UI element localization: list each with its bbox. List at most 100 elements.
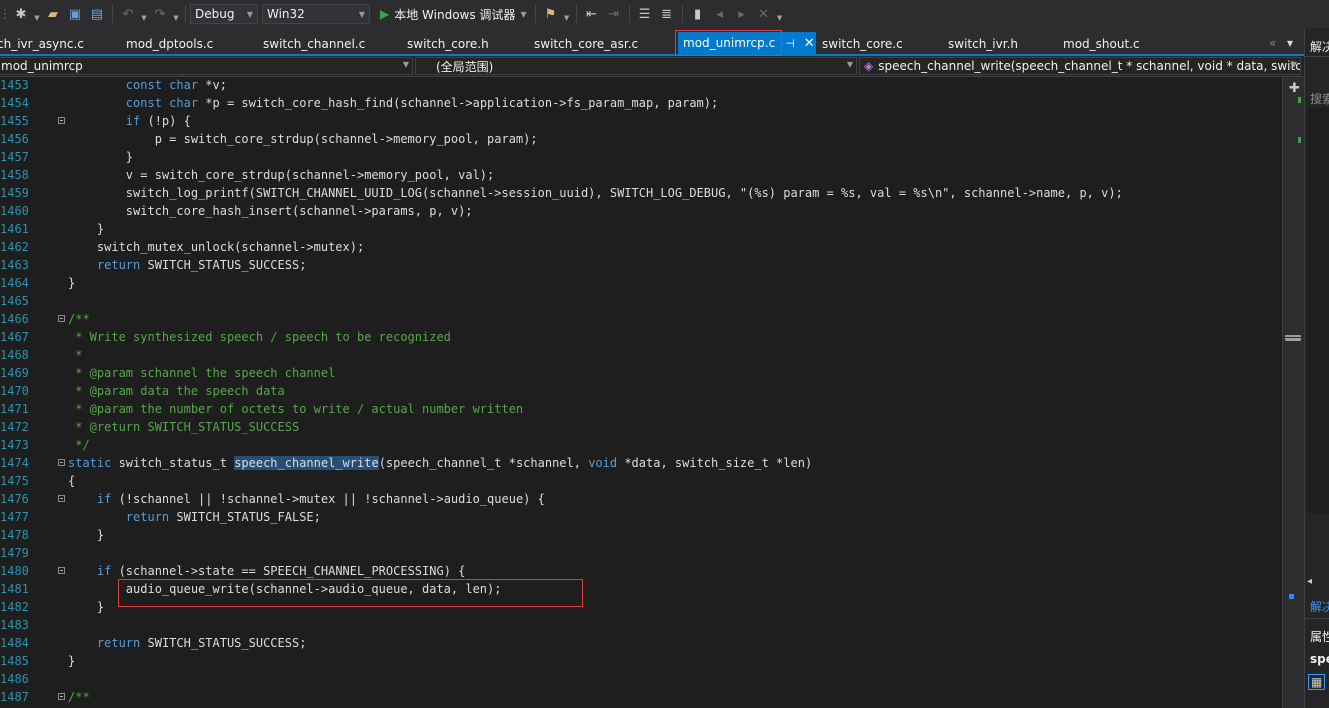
editor-vertical-scrollbar[interactable]: ✚ <box>1282 77 1304 708</box>
toolbar-overflow-icon[interactable]: ▼ <box>776 8 784 28</box>
code-line[interactable]: 1471 * @param the number of octets to wr… <box>0 401 1282 419</box>
code-line[interactable]: 1468 * <box>0 347 1282 365</box>
collapse-region-icon[interactable] <box>58 693 65 700</box>
code-line[interactable]: 1462 switch_mutex_unlock(schannel->mutex… <box>0 239 1282 257</box>
code-line[interactable]: 1478 } <box>0 527 1282 545</box>
collapse-region-icon[interactable] <box>58 459 65 466</box>
project-select[interactable]: mod_unimrcp ▼ <box>0 57 413 75</box>
next-bookmark-icon[interactable]: ▸ <box>732 4 752 24</box>
step-over-icon[interactable]: ⇥ <box>604 4 624 24</box>
code-line[interactable]: 1481 audio_queue_write(schannel->audio_q… <box>0 581 1282 599</box>
line-number: 1467 <box>0 330 29 344</box>
prev-bookmark-icon[interactable]: ◂ <box>710 4 730 24</box>
code-line[interactable]: 1479 <box>0 545 1282 563</box>
code-line[interactable]: 1459 switch_log_printf(SWITCH_CHANNEL_UU… <box>0 185 1282 203</box>
code-editor[interactable]: 1453 const char *v; 1454 const char *p = … <box>0 77 1282 708</box>
find-dropdown-icon[interactable]: ▼ <box>563 8 571 28</box>
code-line[interactable]: 1455 if (!p) { <box>0 113 1282 131</box>
chevron-down-icon: ▼ <box>1290 60 1297 69</box>
tab-switch-channel[interactable]: switch_channel.c <box>263 37 365 51</box>
code-line[interactable]: 1486 <box>0 671 1282 689</box>
line-number: 1472 <box>0 420 29 434</box>
code-line[interactable]: 1484 return SWITCH_STATUS_SUCCESS; <box>0 635 1282 653</box>
code-line[interactable]: 1474 static switch_status_t speech_channe… <box>0 455 1282 473</box>
start-debugging-button[interactable]: ▶ 本地 Windows 调试器 ▼ <box>380 6 527 23</box>
code-line[interactable]: 1454 const char *p = switch_core_hash_fi… <box>0 95 1282 113</box>
tab-switch-ivr-h[interactable]: switch_ivr.h <box>948 37 1018 51</box>
tab-mod-dptools[interactable]: mod_dptools.c <box>126 37 213 51</box>
bookmark-icon[interactable]: ▮ <box>688 4 708 24</box>
redo-dropdown-icon[interactable]: ▼ <box>172 8 180 28</box>
collapse-region-icon[interactable] <box>58 495 65 502</box>
uncomment-lines-icon[interactable]: ≣ <box>657 4 677 24</box>
tab-switch-core-asr[interactable]: switch_core_asr.c <box>534 37 638 51</box>
code-line[interactable]: 1472 * @return SWITCH_STATUS_SUCCESS <box>0 419 1282 437</box>
scroll-tabs-left-icon[interactable]: « <box>1269 36 1276 50</box>
code-line[interactable]: 1464} <box>0 275 1282 293</box>
code-line[interactable]: 1456 p = switch_core_strdup(schannel->me… <box>0 131 1282 149</box>
code-line[interactable]: 1485} <box>0 653 1282 671</box>
code-line[interactable]: 1470 * @param data the speech data <box>0 383 1282 401</box>
solution-config-select[interactable]: Debug ▼ <box>190 4 258 24</box>
tab-mod-shout[interactable]: mod_shout.c <box>1063 37 1140 51</box>
step-icon[interactable]: ⇤ <box>582 4 602 24</box>
code-line[interactable]: 1467 * Write synthesized speech / speech… <box>0 329 1282 347</box>
chevron-down-icon: ▼ <box>520 9 527 19</box>
code-line[interactable]: 1482 } <box>0 599 1282 617</box>
scrollbar-thumb[interactable] <box>1285 335 1301 341</box>
code-line[interactable]: 1487 /** <box>0 689 1282 707</box>
code-line[interactable]: 1466 /** <box>0 311 1282 329</box>
tab-switch-core-h[interactable]: switch_core.h <box>407 37 489 51</box>
clear-bookmarks-icon[interactable]: ✕ <box>754 4 774 24</box>
code-line[interactable]: 1480 if (schannel->state == SPEECH_CHANN… <box>0 563 1282 581</box>
collapse-region-icon[interactable] <box>58 315 65 322</box>
tab-switch-ivr-async[interactable]: ch_ivr_async.c <box>0 37 84 51</box>
code-line[interactable]: 1477 return SWITCH_STATUS_FALSE; <box>0 509 1282 527</box>
code-text: switch_mutex_unlock(schannel->mutex); <box>68 240 365 254</box>
code-line[interactable]: 1453 const char *v; <box>0 77 1282 95</box>
solution-search-input[interactable]: 搜索 <box>1310 90 1329 107</box>
tab-list-dropdown-icon[interactable]: ▾ <box>1287 36 1293 50</box>
open-folder-icon[interactable]: ▰ <box>43 4 63 24</box>
line-number: 1485 <box>0 654 29 668</box>
tab-mod-unimrcp[interactable]: mod_unimrcp.c ⊣ ✕ <box>678 32 816 54</box>
member-select[interactable]: ◈ speech_channel_write(speech_channel_t … <box>859 57 1301 75</box>
code-line[interactable]: 1473 */ <box>0 437 1282 455</box>
code-line[interactable]: 1458 v = switch_core_strdup(schannel->me… <box>0 167 1282 185</box>
tab-switch-core-c[interactable]: switch_core.c <box>822 37 903 51</box>
change-marker <box>1298 137 1301 143</box>
collapse-region-icon[interactable] <box>58 117 65 124</box>
save-all-icon[interactable]: ▤ <box>87 4 107 24</box>
code-line[interactable]: 1483 <box>0 617 1282 635</box>
redo-icon[interactable]: ↷ <box>150 4 170 24</box>
line-number: 1453 <box>0 78 29 92</box>
collapse-region-icon[interactable] <box>58 567 65 574</box>
split-editor-icon[interactable]: ✚ <box>1289 81 1300 96</box>
close-tab-icon[interactable]: ✕ <box>804 36 815 51</box>
code-line[interactable]: 1465 <box>0 293 1282 311</box>
comment-lines-icon[interactable]: ☰ <box>635 4 655 24</box>
new-item-dropdown-icon[interactable]: ▼ <box>33 8 41 28</box>
undo-dropdown-icon[interactable]: ▼ <box>140 8 148 28</box>
scroll-left-icon[interactable]: ◂ <box>1307 576 1312 587</box>
pin-tab-icon[interactable]: ⊣ <box>785 37 795 50</box>
solution-platform-select[interactable]: Win32 ▼ <box>262 4 370 24</box>
solution-explorer-tab[interactable]: 解决 <box>1310 598 1329 615</box>
line-number: 1484 <box>0 636 29 650</box>
new-item-icon[interactable]: ✱ <box>11 4 31 24</box>
scope-select[interactable]: (全局范围) ▼ <box>415 57 857 75</box>
code-line[interactable]: 1476 if (!schannel || !schannel->mutex |… <box>0 491 1282 509</box>
save-icon[interactable]: ▣ <box>65 4 85 24</box>
code-line[interactable]: 1463 return SWITCH_STATUS_SUCCESS; <box>0 257 1282 275</box>
undo-icon[interactable]: ↶ <box>118 4 138 24</box>
solution-tree[interactable] <box>1307 108 1329 513</box>
properties-object: spe <box>1310 652 1329 666</box>
categorized-view-icon[interactable]: ▦ <box>1308 674 1326 690</box>
code-line[interactable]: 1461 } <box>0 221 1282 239</box>
code-text: /** <box>68 312 90 326</box>
code-line[interactable]: 1457 } <box>0 149 1282 167</box>
code-line[interactable]: 1469 * @param schannel the speech channe… <box>0 365 1282 383</box>
code-line[interactable]: 1460 switch_core_hash_insert(schannel->p… <box>0 203 1282 221</box>
code-line[interactable]: 1475 { <box>0 473 1282 491</box>
find-in-files-icon[interactable]: ⚑ <box>541 4 561 24</box>
